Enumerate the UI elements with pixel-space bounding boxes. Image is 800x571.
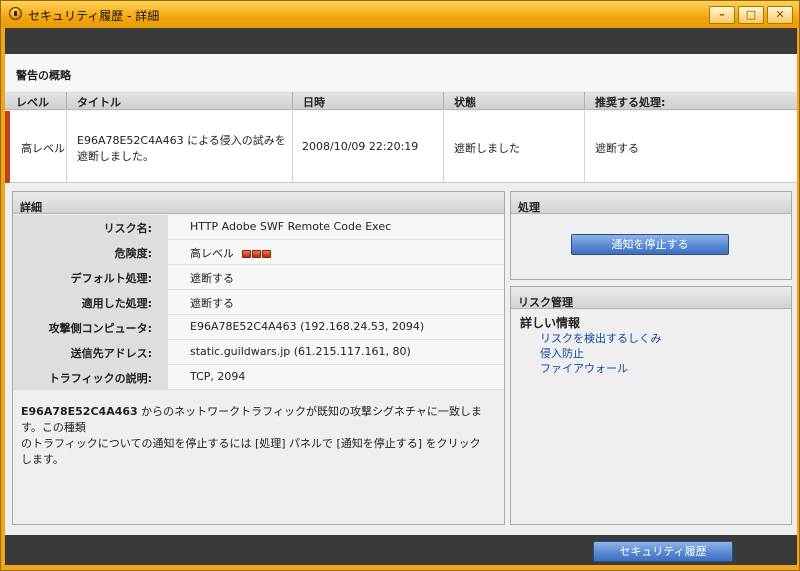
detail-key: トラフィックの説明: — [13, 365, 168, 389]
alert-row[interactable]: 高レベル E96A78E52C4A463 による侵入の試みを 遮断しました。 2… — [5, 111, 797, 183]
cell-divider — [443, 111, 444, 183]
detail-row-applied-action: 適用した処理: 遮断する — [13, 290, 504, 315]
detail-key: 危険度: — [13, 240, 168, 264]
detail-value: 遮断する — [190, 272, 234, 285]
column-header-datetime[interactable]: 日時 — [303, 94, 325, 110]
cell-divider — [584, 111, 585, 183]
bottom-bar: セキュリティ履歴 — [5, 535, 797, 565]
column-divider — [66, 92, 67, 110]
summary-heading: 警告の概略 — [16, 69, 71, 82]
top-toolbar-strip — [5, 28, 797, 54]
close-button[interactable]: ✕ — [767, 6, 793, 24]
detail-row-traffic: トラフィックの説明: TCP, 2094 — [13, 365, 504, 390]
detail-key: 送信先アドレス: — [13, 340, 168, 364]
risk-management-panel: リスク管理 詳しい情報 リスクを検出するしくみ 侵入防止 ファイアウォール — [510, 286, 792, 525]
more-info-title: 詳しい情報 — [520, 316, 581, 330]
column-header-status[interactable]: 状態 — [454, 94, 476, 110]
detail-value: 遮断する — [190, 297, 234, 310]
column-header-level[interactable]: レベル — [16, 94, 49, 110]
severity-block — [251, 250, 261, 258]
detail-row-destination: 送信先アドレス: static.guildwars.jp (61.215.117… — [13, 340, 504, 365]
alert-title-line2: 遮断しました。 — [77, 150, 154, 163]
detail-value: 高レベル — [190, 247, 234, 260]
stop-notification-button[interactable]: 通知を停止する — [571, 234, 729, 255]
severity-block — [241, 250, 251, 258]
detail-row-attacker: 攻撃側コンピュータ: E96A78E52C4A463 (192.168.24.5… — [13, 315, 504, 340]
link-intrusion-prevention[interactable]: 侵入防止 — [540, 345, 584, 361]
summary-section-header: 警告の概略 — [5, 54, 797, 91]
security-history-button[interactable]: セキュリティ履歴 — [593, 541, 733, 562]
severity-level-indicator — [241, 248, 272, 261]
detail-value: HTTP Adobe SWF Remote Code Exec — [190, 220, 392, 233]
description-text-2: のトラフィックについての通知を停止するには [処理] パネルで [通知を停止する… — [21, 437, 481, 466]
cell-divider — [66, 111, 67, 183]
alert-title-line1: E96A78E52C4A463 による侵入の試みを — [77, 134, 286, 147]
details-panel: 詳細 リスク名: HTTP Adobe SWF Remote Code Exec… — [12, 191, 505, 525]
action-heading: 処理 — [511, 192, 791, 214]
severity-block — [261, 250, 271, 258]
detail-value: TCP, 2094 — [190, 370, 246, 383]
risk-heading: リスク管理 — [511, 287, 791, 309]
summary-grid-header: レベル タイトル 日時 状態 推奨する処理: — [5, 92, 797, 110]
details-description: E96A78E52C4A463 からのネットワークトラフィックが既知の攻撃シグネ… — [21, 404, 491, 468]
minimize-button[interactable]: – — [709, 6, 735, 24]
cell-divider — [292, 111, 293, 183]
detail-value-container: 高レベル — [190, 245, 272, 261]
details-heading: 詳細 — [13, 192, 504, 214]
content-area: 警告の概略 レベル タイトル 日時 状態 推奨する処理: 高レベル E96A78… — [5, 54, 797, 535]
security-history-window: セキュリティ履歴 - 詳細 – □ ✕ 警告の概略 レベル タイトル 日時 状態… — [0, 0, 800, 571]
norton-app-icon — [9, 7, 22, 20]
alert-datetime: 2008/10/09 22:20:19 — [302, 140, 419, 153]
detail-key: 攻撃側コンピュータ: — [13, 315, 168, 339]
title-bar[interactable]: セキュリティ履歴 - 詳細 – □ ✕ — [1, 1, 799, 28]
window-title: セキュリティ履歴 - 詳細 — [28, 9, 160, 23]
detail-key: デフォルト処理: — [13, 265, 168, 289]
alert-recommended-action: 遮断する — [595, 142, 639, 155]
detail-row-severity: 危険度: 高レベル — [13, 240, 504, 265]
link-detection-mechanism[interactable]: リスクを検出するしくみ — [540, 330, 661, 346]
detail-value: static.guildwars.jp (61.215.117.161, 80) — [190, 345, 411, 358]
alert-level: 高レベル — [21, 142, 65, 155]
detail-value: E96A78E52C4A463 (192.168.24.53, 2094) — [190, 320, 425, 333]
maximize-button[interactable]: □ — [738, 6, 764, 24]
detail-row-default-action: デフォルト処理: 遮断する — [13, 265, 504, 290]
severity-marker — [5, 111, 10, 183]
action-panel: 処理 通知を停止する — [510, 191, 792, 280]
column-divider — [584, 92, 585, 110]
alert-status: 遮断しました — [454, 142, 520, 155]
column-divider — [443, 92, 444, 110]
link-firewall[interactable]: ファイアウォール — [540, 360, 628, 376]
column-divider — [292, 92, 293, 110]
column-header-title[interactable]: タイトル — [77, 94, 121, 110]
column-header-recommended[interactable]: 推奨する処理: — [595, 94, 665, 110]
description-host: E96A78E52C4A463 — [21, 405, 138, 418]
detail-row-risk-name: リスク名: HTTP Adobe SWF Remote Code Exec — [13, 215, 504, 240]
detail-key: 適用した処理: — [13, 290, 168, 314]
detail-key: リスク名: — [13, 215, 168, 239]
